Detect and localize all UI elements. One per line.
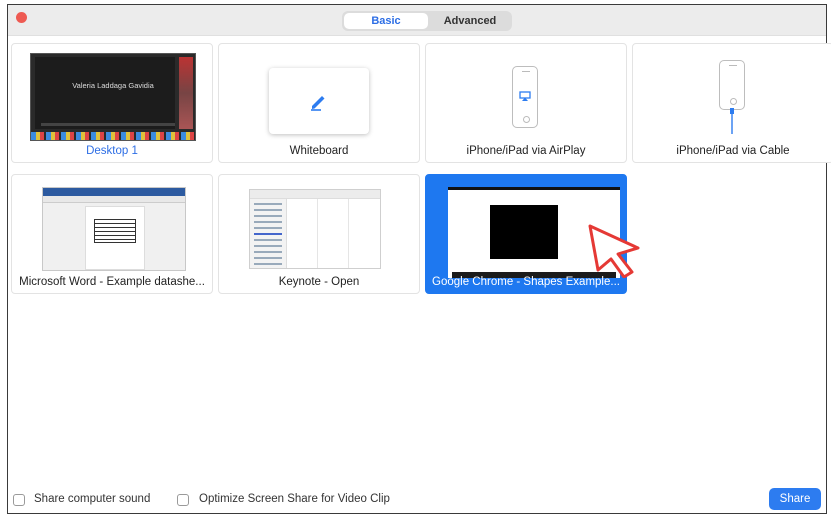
tile-iphone-cable[interactable]: iPhone/iPad via Cable bbox=[632, 43, 831, 163]
tab-switcher: Basic Advanced bbox=[342, 11, 512, 31]
tile-label: Desktop 1 bbox=[86, 145, 138, 157]
word-preview bbox=[42, 187, 186, 271]
title-bar: Basic Advanced bbox=[8, 5, 826, 36]
tile-iphone-airplay[interactable]: iPhone/iPad via AirPlay bbox=[425, 43, 627, 163]
desktop-preview: Valeria Laddaga Gavidia bbox=[30, 53, 196, 141]
tile-keynote[interactable]: Keynote - Open bbox=[218, 174, 420, 294]
share-button[interactable]: Share bbox=[769, 488, 821, 510]
tile-whiteboard[interactable]: Whiteboard bbox=[218, 43, 420, 163]
tile-label: Microsoft Word - Example datashe... bbox=[19, 276, 205, 288]
footer-bar: Share computer sound Optimize Screen Sha… bbox=[8, 485, 826, 513]
phone-icon bbox=[719, 60, 745, 110]
whiteboard-preview bbox=[269, 68, 369, 134]
pointer-cursor-icon bbox=[588, 224, 640, 278]
desktop-preview-name: Valeria Laddaga Gavidia bbox=[72, 81, 154, 90]
tile-label: Keynote - Open bbox=[278, 276, 360, 288]
close-window-button[interactable] bbox=[16, 12, 27, 23]
tile-desktop-1[interactable]: Valeria Laddaga Gavidia Desktop 1 bbox=[11, 43, 213, 163]
tile-label: Whiteboard bbox=[289, 145, 349, 157]
tile-microsoft-word[interactable]: Microsoft Word - Example datashe... bbox=[11, 174, 213, 294]
tab-basic[interactable]: Basic bbox=[344, 13, 428, 29]
share-sound-label[interactable]: Share computer sound bbox=[34, 493, 150, 505]
share-screen-window: Basic Advanced Valeria Laddaga Gavidia D… bbox=[7, 4, 831, 514]
cable-icon bbox=[730, 108, 734, 134]
optimize-video-label[interactable]: Optimize Screen Share for Video Clip bbox=[199, 493, 390, 505]
airplay-icon bbox=[519, 91, 531, 101]
optimize-video-checkbox[interactable] bbox=[177, 494, 189, 506]
keynote-preview bbox=[249, 189, 381, 269]
dock-strip bbox=[31, 132, 195, 140]
tile-label: iPhone/iPad via AirPlay bbox=[466, 145, 586, 157]
black-square-shape bbox=[490, 205, 558, 259]
share-sound-checkbox[interactable] bbox=[13, 494, 25, 506]
pencil-icon bbox=[311, 96, 325, 111]
tile-label: iPhone/iPad via Cable bbox=[676, 145, 790, 157]
phone-icon bbox=[512, 66, 538, 128]
tab-advanced[interactable]: Advanced bbox=[430, 13, 510, 29]
